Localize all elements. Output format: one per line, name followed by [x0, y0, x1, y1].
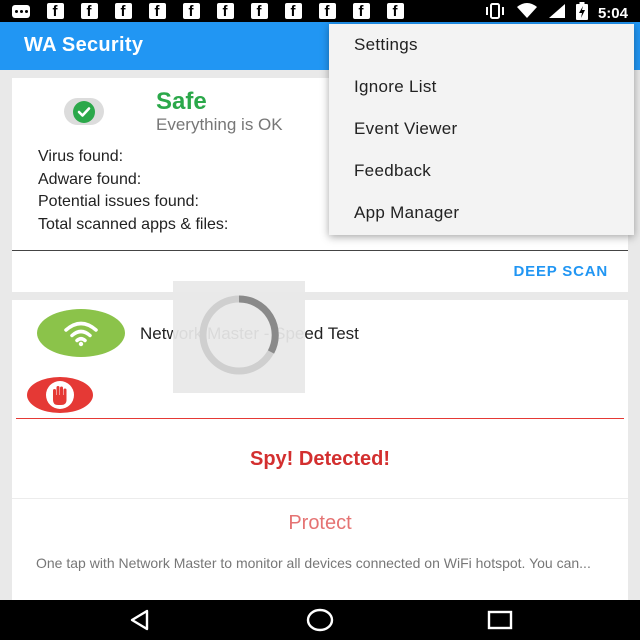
facebook-icon: f	[386, 3, 404, 20]
menu-item-settings[interactable]: Settings	[329, 24, 634, 66]
potential-issues-label: Potential issues found:	[38, 193, 199, 210]
navigation-bar	[0, 600, 640, 640]
status-bar: f f f f f f f f f f f 5:04	[0, 0, 640, 22]
menu-item-feedback[interactable]: Feedback	[329, 150, 634, 192]
wifi-icon	[37, 309, 125, 357]
menu-item-ignore-list[interactable]: Ignore List	[329, 66, 634, 108]
facebook-icon: f	[250, 3, 268, 20]
virus-found-label: Virus found:	[38, 148, 124, 165]
facebook-icon: f	[46, 3, 64, 20]
network-master-description: One tap with Network Master to monitor a…	[36, 555, 591, 571]
stop-hand-icon	[27, 377, 93, 413]
status-time: 5:04	[597, 5, 628, 22]
alert-divider	[16, 418, 624, 419]
message-icon	[12, 3, 30, 19]
loading-overlay	[173, 281, 305, 393]
menu-item-event-viewer[interactable]: Event Viewer	[329, 108, 634, 150]
back-icon[interactable]	[126, 607, 154, 633]
vibrate-icon	[484, 3, 506, 24]
deep-scan-button[interactable]: DEEP SCAN	[514, 263, 608, 280]
adware-found-label: Adware found:	[38, 170, 142, 188]
app-title: WA Security	[24, 34, 144, 56]
facebook-icon: f	[80, 3, 98, 20]
facebook-icon: f	[182, 3, 200, 20]
scan-status-subtitle: Everything is OK	[156, 115, 283, 134]
network-master-card[interactable]: Network Master - Speed Test Spy! Detecte…	[12, 300, 628, 600]
total-scanned-label: Total scanned apps & files:	[38, 215, 229, 233]
recents-icon[interactable]	[486, 607, 514, 633]
divider	[12, 250, 628, 251]
facebook-icon: f	[114, 3, 132, 20]
facebook-icon: f	[284, 3, 302, 20]
home-icon[interactable]	[306, 607, 334, 633]
signal-icon	[548, 3, 566, 24]
menu-item-app-manager[interactable]: App Manager	[329, 192, 634, 234]
facebook-icon: f	[318, 3, 336, 20]
wifi-icon	[516, 3, 538, 24]
check-circle-icon	[64, 98, 104, 125]
facebook-icon: f	[352, 3, 370, 20]
facebook-icon: f	[216, 3, 234, 20]
scan-status-title: Safe	[156, 88, 207, 115]
divider	[12, 498, 628, 499]
protect-button[interactable]: Protect	[12, 512, 628, 535]
spy-detected-text: Spy! Detected!	[249, 448, 391, 470]
spinner-icon	[193, 294, 285, 380]
overflow-menu: Settings Ignore List Event Viewer Feedba…	[329, 24, 634, 235]
notification-icons: f f f f f f f f f f f	[12, 3, 404, 20]
scan-stats: Virus found: Adware found: Potential iss…	[38, 146, 228, 236]
facebook-icon: f	[148, 3, 166, 20]
